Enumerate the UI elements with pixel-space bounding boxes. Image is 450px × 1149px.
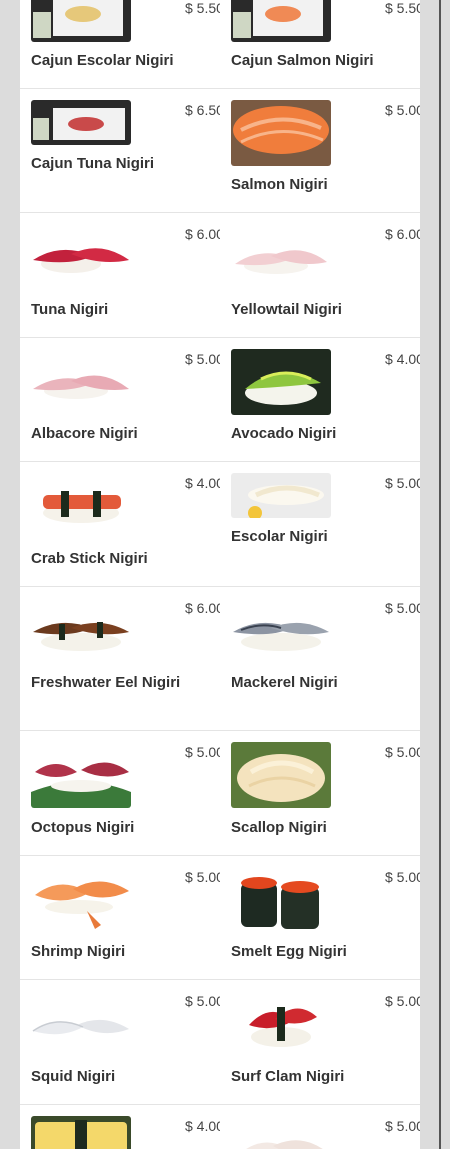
item-price: $ 5.50 bbox=[385, 0, 420, 16]
menu-item[interactable]: $ 5.00 Scallop Nigiri bbox=[220, 731, 420, 855]
window-edge bbox=[439, 0, 441, 1149]
menu-item[interactable]: $ 5.50 Cajun Salmon Nigiri bbox=[220, 0, 420, 88]
item-price: $ 6.00 bbox=[385, 226, 420, 242]
menu-row: $ 4.00 $ 5.00 bbox=[20, 1105, 420, 1149]
item-price: $ 5.00 bbox=[385, 1118, 420, 1134]
item-name: Mackerel Nigiri bbox=[231, 674, 338, 691]
item-name: Cajun Escolar Nigiri bbox=[31, 52, 174, 69]
item-name: Octopus Nigiri bbox=[31, 819, 135, 836]
menu-item[interactable]: $ 5.00 Smelt Egg Nigiri bbox=[220, 856, 420, 979]
menu-row: $ 6.50 Cajun Tuna Nigiri $ 5.00 Salmon N… bbox=[20, 89, 420, 213]
nigiri-photo-icon bbox=[231, 1116, 331, 1149]
menu-item[interactable]: $ 4.00 bbox=[20, 1105, 220, 1149]
scallop-photo-icon bbox=[231, 742, 331, 808]
menu-item[interactable]: $ 6.50 Cajun Tuna Nigiri bbox=[20, 89, 220, 212]
item-price: $ 4.00 bbox=[185, 1118, 220, 1134]
menu-item[interactable]: $ 5.00 Squid Nigiri bbox=[20, 980, 220, 1104]
squid-photo-icon bbox=[31, 991, 131, 1057]
menu-item[interactable]: $ 6.00 Freshwater Eel Nigiri bbox=[20, 587, 220, 730]
menu-item[interactable]: $ 5.00 Escolar Nigiri bbox=[220, 462, 420, 586]
item-name: Scallop Nigiri bbox=[231, 819, 327, 836]
item-name: Avocado Nigiri bbox=[231, 425, 337, 442]
smelt-egg-photo-icon bbox=[231, 867, 331, 933]
menu-row: $ 5.00 Octopus Nigiri $ 5.00 Scallop Nig… bbox=[20, 731, 420, 856]
item-price: $ 5.00 bbox=[185, 993, 220, 1009]
albacore-photo-icon bbox=[31, 349, 131, 415]
item-name: Crab Stick Nigiri bbox=[31, 550, 148, 567]
item-name: Yellowtail Nigiri bbox=[231, 301, 342, 318]
menu-item[interactable]: $ 5.00 Surf Clam Nigiri bbox=[220, 980, 420, 1104]
cajun-tuna-photo-icon bbox=[31, 100, 131, 145]
item-name: Cajun Salmon Nigiri bbox=[231, 52, 374, 69]
menu-row: $ 6.00 Tuna Nigiri $ 6.00 Yellowtail Nig… bbox=[20, 213, 420, 338]
menu-item[interactable]: $ 6.00 Tuna Nigiri bbox=[20, 213, 220, 337]
menu-item[interactable]: $ 6.00 Yellowtail Nigiri bbox=[220, 213, 420, 337]
menu-item[interactable]: $ 5.00 Mackerel Nigiri bbox=[220, 587, 420, 730]
item-price: $ 5.00 bbox=[385, 475, 420, 491]
item-name: Escolar Nigiri bbox=[231, 528, 328, 545]
salmon-photo-icon bbox=[231, 100, 331, 166]
menu-list: $ 5.50 Cajun Escolar Nigiri $ 5.50 Cajun… bbox=[20, 0, 420, 1149]
menu-row: $ 4.00 Crab Stick Nigiri $ 5.00 Escolar … bbox=[20, 462, 420, 587]
menu-row: $ 5.50 Cajun Escolar Nigiri $ 5.50 Cajun… bbox=[20, 0, 420, 89]
tamago-photo-icon bbox=[31, 1116, 131, 1149]
menu-item[interactable]: $ 4.00 Crab Stick Nigiri bbox=[20, 462, 220, 586]
item-price: $ 5.00 bbox=[385, 744, 420, 760]
item-name: Salmon Nigiri bbox=[231, 176, 328, 193]
item-price: $ 4.00 bbox=[185, 475, 220, 491]
menu-item[interactable]: $ 5.00 Albacore Nigiri bbox=[20, 338, 220, 461]
menu-row: $ 5.00 Shrimp Nigiri $ 5.00 Smelt Egg Ni… bbox=[20, 856, 420, 980]
eel-photo-icon bbox=[31, 598, 131, 664]
cajun-escolar-photo-icon bbox=[31, 0, 131, 42]
menu-row: $ 6.00 Freshwater Eel Nigiri $ 5.00 Mack… bbox=[20, 587, 420, 731]
menu-item[interactable]: $ 5.00 Shrimp Nigiri bbox=[20, 856, 220, 979]
item-price: $ 6.00 bbox=[185, 226, 220, 242]
item-price: $ 6.00 bbox=[185, 600, 220, 616]
shrimp-photo-icon bbox=[31, 867, 131, 933]
menu-row: $ 5.00 Albacore Nigiri $ 4.00 Avocado Ni… bbox=[20, 338, 420, 462]
item-name: Freshwater Eel Nigiri bbox=[31, 674, 181, 691]
escolar-photo-icon bbox=[231, 473, 331, 518]
menu-item[interactable]: $ 4.00 Avocado Nigiri bbox=[220, 338, 420, 461]
item-price: $ 5.00 bbox=[185, 869, 220, 885]
item-price: $ 5.00 bbox=[385, 869, 420, 885]
menu-item[interactable]: $ 5.00 Octopus Nigiri bbox=[20, 731, 220, 855]
menu-row: $ 5.00 Squid Nigiri $ 5.00 Surf Clam Nig… bbox=[20, 980, 420, 1105]
crab-stick-photo-icon bbox=[31, 473, 131, 539]
item-price: $ 6.50 bbox=[185, 102, 220, 118]
tuna-photo-icon bbox=[31, 224, 131, 290]
item-name: Albacore Nigiri bbox=[31, 425, 138, 442]
octopus-photo-icon bbox=[31, 742, 131, 808]
item-name: Shrimp Nigiri bbox=[31, 943, 126, 960]
item-price: $ 4.00 bbox=[385, 351, 420, 367]
yellowtail-photo-icon bbox=[231, 224, 331, 290]
item-price: $ 5.00 bbox=[385, 993, 420, 1009]
item-name: Tuna Nigiri bbox=[31, 301, 109, 318]
menu-item[interactable]: $ 5.00 Salmon Nigiri bbox=[220, 89, 420, 212]
surf-clam-photo-icon bbox=[231, 991, 331, 1057]
item-price: $ 5.50 bbox=[185, 0, 220, 16]
item-price: $ 5.00 bbox=[385, 102, 420, 118]
item-name: Squid Nigiri bbox=[31, 1068, 116, 1085]
avocado-photo-icon bbox=[231, 349, 331, 415]
item-price: $ 5.00 bbox=[385, 600, 420, 616]
item-price: $ 5.00 bbox=[185, 744, 220, 760]
cajun-salmon-photo-icon bbox=[231, 0, 331, 42]
item-name: Cajun Tuna Nigiri bbox=[31, 155, 155, 172]
item-name: Smelt Egg Nigiri bbox=[231, 943, 347, 960]
mackerel-photo-icon bbox=[231, 598, 331, 664]
item-name: Surf Clam Nigiri bbox=[231, 1068, 345, 1085]
menu-item[interactable]: $ 5.50 Cajun Escolar Nigiri bbox=[20, 0, 220, 88]
menu-item[interactable]: $ 5.00 bbox=[220, 1105, 420, 1149]
item-price: $ 5.00 bbox=[185, 351, 220, 367]
